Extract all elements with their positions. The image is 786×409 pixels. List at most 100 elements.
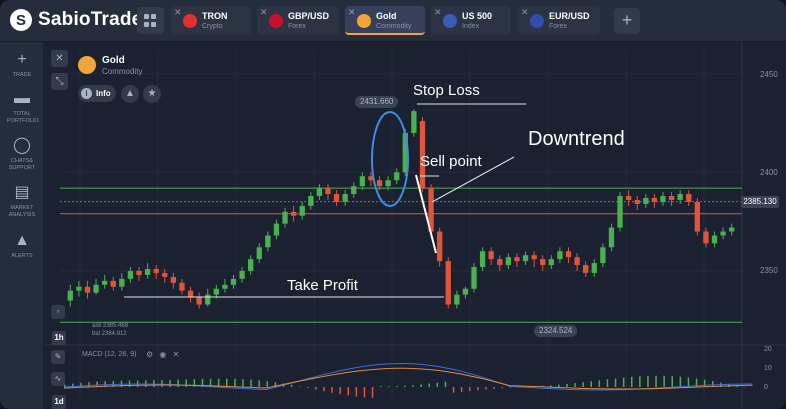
candle-body (411, 111, 417, 133)
layout-grid-button[interactable] (137, 7, 164, 34)
tab-type: Forex (549, 23, 567, 30)
tab-name: GBP/USD (288, 11, 330, 21)
macd-histogram-bar (371, 387, 374, 398)
pencil-icon[interactable]: ✎ (51, 350, 65, 364)
candle-body (110, 280, 116, 287)
candle-body (703, 231, 709, 244)
candle-body (273, 223, 280, 236)
sidebar-item-market-analysis[interactable]: ▤ MARKET ANALYSIS (0, 184, 44, 219)
candle-body (333, 194, 340, 202)
macd-signal-line (63, 367, 753, 390)
macd-histogram-bar (355, 387, 358, 397)
candle-body (600, 247, 606, 264)
candle-body (101, 280, 108, 285)
candle-body (67, 290, 73, 301)
candle-body (213, 288, 219, 295)
candle-body (625, 196, 632, 200)
close-icon[interactable]: ✕ (173, 350, 180, 359)
candle-body (643, 197, 649, 204)
indicator-icon[interactable]: ∿ (51, 372, 65, 386)
macd-histogram-bar (347, 387, 349, 396)
add-tab-button[interactable]: + (614, 8, 640, 34)
candle-body (462, 288, 469, 295)
candle-body (548, 259, 554, 266)
downtrend-label: Downtrend (528, 128, 625, 150)
macd-axis-tick: 10 (764, 365, 772, 372)
info-button[interactable]: i Info (78, 85, 116, 102)
grid-icon (144, 14, 149, 19)
sidebar-item-label: MARKET ANALYSIS (8, 205, 36, 218)
info-icon: i (81, 88, 92, 99)
sell-point-label: Sell point (420, 153, 482, 170)
macd-histogram-bar (226, 378, 228, 387)
macd-timeframe[interactable]: 1d (52, 395, 66, 409)
close-icon[interactable]: ✕ (348, 7, 356, 18)
candle-body (479, 251, 486, 268)
sidebar-item-trade[interactable]: + TRADE (0, 51, 44, 79)
sidebar-item-alerts[interactable]: ▲ ALERTS (0, 232, 44, 260)
tab-eur-usd[interactable]: ✕ EUR/USD Forex (518, 6, 600, 35)
sidebar-item-label: TOTAL PORTFOLIO (7, 111, 39, 124)
timeframe-selector[interactable]: 1h (52, 331, 66, 345)
macd-histogram-bar (331, 387, 333, 393)
candle-body (93, 284, 99, 293)
macd-histogram-bar (582, 382, 584, 387)
close-icon[interactable]: ✕ (260, 7, 268, 18)
star-icon[interactable]: ★ (143, 85, 161, 103)
candle-body (385, 180, 391, 187)
candle-body (531, 255, 537, 260)
close-icon[interactable]: ✕ (521, 7, 529, 18)
macd-histogram-bar (290, 384, 293, 387)
stop-loss-label: Stop Loss (413, 82, 480, 99)
us-flag-icon (443, 14, 457, 28)
candle-body (76, 286, 82, 291)
annotation-overlay (124, 103, 526, 298)
tab-gold[interactable]: ✕ Gold Commodity (345, 6, 425, 35)
eye-icon[interactable]: ◉ (159, 350, 166, 359)
bell-icon[interactable]: ▲ (121, 85, 139, 103)
macd-histogram-bar (452, 387, 455, 393)
sidebar-item-chats[interactable]: ◯ CHATS& SUPPORT (0, 137, 44, 172)
macd-histogram-bar (671, 376, 673, 387)
tab-us-500[interactable]: ✕ US 500 Index (431, 6, 511, 35)
logo-letter: S (15, 11, 26, 29)
grid-icon-cell (144, 21, 149, 27)
macd-histogram-bar (315, 387, 317, 390)
candle-body (239, 270, 245, 279)
tab-type: Commodity (376, 23, 412, 30)
sidebar-item-portfolio[interactable]: ▬ TOTAL PORTFOLIO (0, 90, 44, 125)
macd-histogram-bar (161, 380, 163, 387)
logo[interactable]: S SabioTrade (10, 9, 142, 31)
close-icon[interactable]: ✕ (434, 7, 442, 18)
macd-histogram-bar (388, 386, 390, 387)
macd-line (63, 362, 753, 391)
tab-gbp-usd[interactable]: ✕ GBP/USD Forex (257, 6, 339, 35)
candle-body (634, 199, 640, 204)
candle-body (119, 278, 125, 287)
close-chart-button[interactable]: ✕ (51, 50, 68, 67)
macd-histogram-bar (258, 380, 260, 387)
asset-name: Gold (102, 55, 125, 66)
macd-histogram-bar (687, 377, 690, 387)
logo-icon: S (10, 9, 32, 31)
macd-histogram-bar (307, 387, 309, 388)
collapse-icon[interactable]: ⤡ (51, 73, 68, 90)
drawing-tool-icon[interactable]: ▫ (51, 305, 65, 319)
tab-tron[interactable]: ✕ TRON Crypto (171, 6, 251, 35)
candle-body (694, 201, 701, 232)
candle-body (591, 263, 597, 273)
price-tick: 2350 (760, 266, 778, 275)
candle-body (222, 284, 228, 289)
sidebar-item-label: ALERTS (11, 253, 33, 259)
candle-body (668, 196, 675, 200)
macd-axis-tick: 20 (764, 346, 772, 353)
eu-flag-icon (530, 14, 544, 28)
macd-histogram-bar (428, 383, 430, 387)
candle-body (651, 197, 658, 202)
macd-histogram-bar (444, 381, 447, 387)
macd-axis-tick: 0 (764, 384, 768, 391)
gear-icon[interactable]: ⚙ (146, 350, 153, 359)
close-icon[interactable]: ✕ (174, 7, 182, 18)
macd-controls[interactable]: ⚙ ◉ ✕ (146, 350, 179, 359)
high-price-badge: 2431.660 (355, 96, 399, 108)
